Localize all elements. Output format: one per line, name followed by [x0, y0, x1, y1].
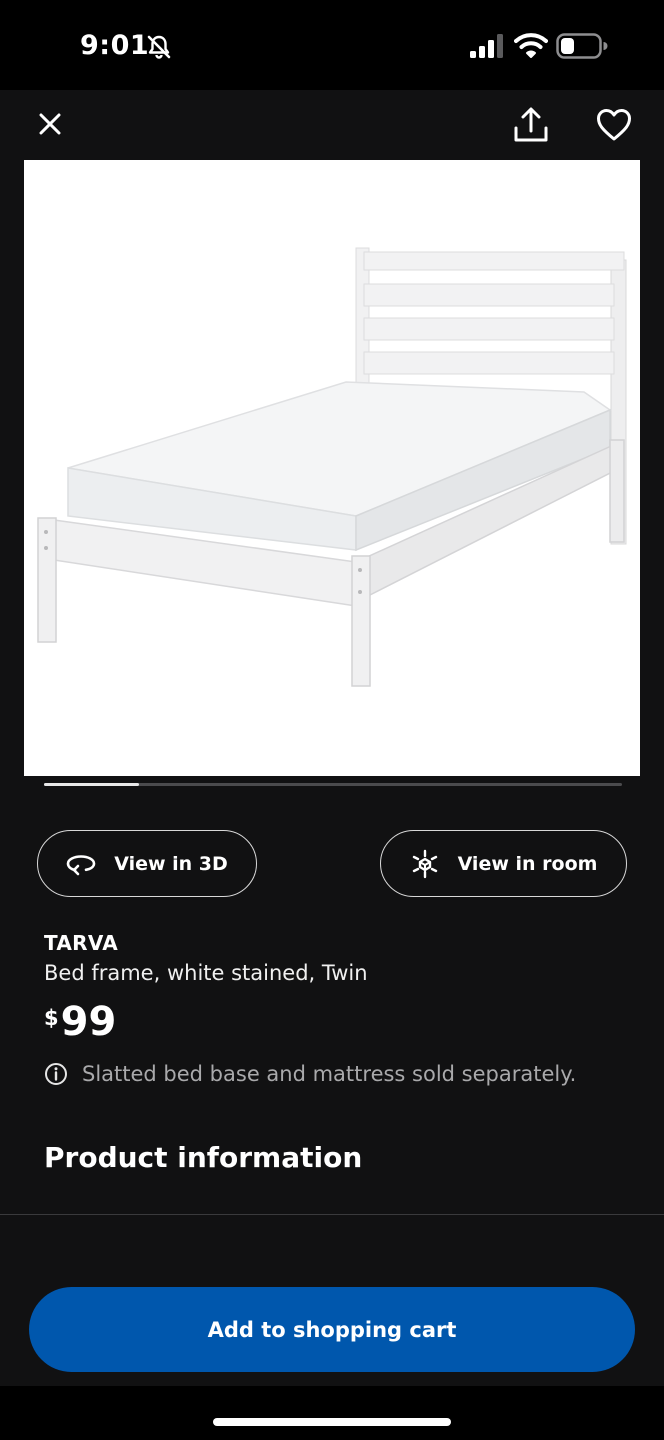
view-in-room-button[interactable]: View in room — [380, 830, 627, 897]
bed-frame-illustration — [37, 247, 627, 687]
wifi-icon — [514, 33, 548, 58]
product-screen: 9:01 View in 3D View in room TARVA Bed f… — [0, 0, 664, 1440]
add-to-cart-label: Add to shopping cart — [207, 1317, 457, 1342]
carousel-progress-fill — [44, 783, 140, 786]
price-amount: 99 — [60, 999, 117, 1045]
view-in-3d-button[interactable]: View in 3D — [37, 830, 257, 897]
add-to-cart-button[interactable]: Add to shopping cart — [29, 1287, 635, 1372]
view-in-room-label: View in room — [457, 852, 598, 875]
product-information-heading[interactable]: Product information — [44, 1141, 362, 1174]
close-icon[interactable] — [34, 108, 66, 140]
status-bar: 9:01 — [0, 0, 664, 90]
bottom-safe-area — [0, 1386, 664, 1440]
product-price: $ 99 — [44, 998, 116, 1046]
product-description: Bed frame, white stained, Twin — [44, 961, 368, 985]
view-in-3d-label: View in 3D — [114, 852, 228, 875]
home-indicator[interactable] — [213, 1418, 451, 1426]
product-note: Slatted bed base and mattress sold separ… — [44, 1062, 576, 1086]
ar-cube-icon — [412, 849, 437, 878]
share-icon[interactable] — [512, 106, 550, 144]
price-currency: $ — [44, 1006, 59, 1030]
product-note-text: Slatted bed base and mattress sold separ… — [82, 1062, 577, 1086]
heart-icon[interactable] — [596, 108, 632, 142]
status-time: 9:01 — [80, 30, 150, 61]
info-icon — [45, 1063, 67, 1085]
carousel-progress — [44, 783, 622, 786]
cellular-signal-icon — [470, 34, 503, 58]
battery-icon — [556, 33, 608, 59]
product-image[interactable] — [24, 160, 640, 776]
bell-slash-icon — [147, 35, 171, 59]
product-name: TARVA — [44, 931, 119, 955]
rotate-3d-icon — [66, 854, 96, 875]
section-divider — [0, 1214, 664, 1215]
